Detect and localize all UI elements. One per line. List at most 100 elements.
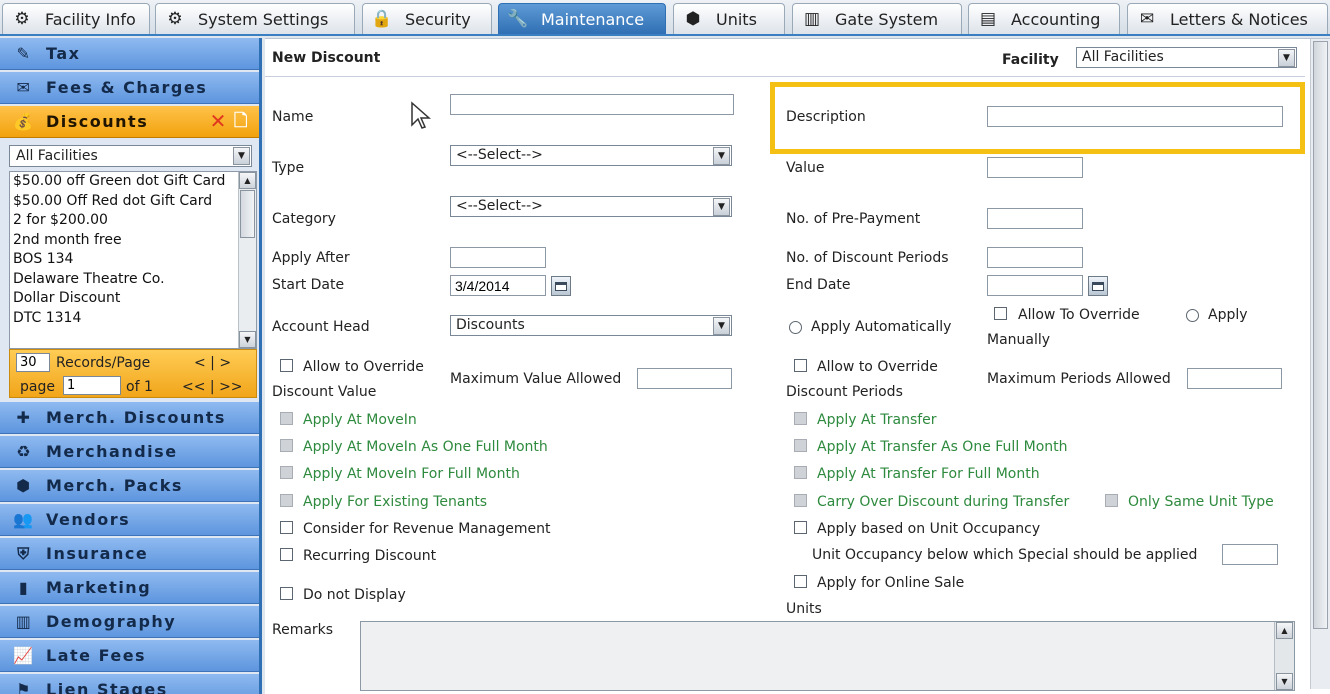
- scroll-up-icon[interactable]: ▲: [239, 172, 256, 189]
- sidebar-item-late-fees[interactable]: 📈 Late Fees: [0, 640, 259, 672]
- recurring-discount-checkbox[interactable]: [280, 548, 293, 561]
- unit-occupancy-checkbox[interactable]: [794, 521, 807, 534]
- start-date-input[interactable]: [450, 275, 546, 296]
- allow-override-periods-checkbox[interactable]: [794, 359, 807, 372]
- tab-security[interactable]: 🔒 Security: [362, 3, 492, 34]
- apply-after-input[interactable]: [450, 247, 546, 268]
- sidebar-facility-select[interactable]: All Facilities ▼: [9, 145, 252, 167]
- records-per-page-input[interactable]: [16, 353, 50, 372]
- remarks-scrollbar[interactable]: ▲ ▼: [1274, 622, 1294, 690]
- list-scrollbar[interactable]: ▲ ▼: [238, 172, 256, 348]
- only-same-unit-type-checkbox[interactable]: [1105, 494, 1118, 507]
- max-periods-allowed-input[interactable]: [1187, 368, 1282, 389]
- scroll-up-icon[interactable]: ▲: [1276, 622, 1293, 639]
- list-scroll-thumb[interactable]: [240, 190, 255, 238]
- list-item[interactable]: DTC 1314: [13, 309, 237, 329]
- list-item[interactable]: 2nd month free: [13, 231, 237, 251]
- description-input[interactable]: [987, 106, 1283, 127]
- tab-gate-system[interactable]: ▥ Gate System: [792, 3, 962, 34]
- sidebar-item-label: Demography: [46, 612, 177, 631]
- tab-label: Facility Info: [45, 9, 136, 29]
- tab-facility-info[interactable]: ⚙ Facility Info: [2, 3, 150, 34]
- lien-icon: ⚑: [16, 680, 32, 694]
- facility-select[interactable]: All Facilities ▼: [1076, 47, 1297, 68]
- category-select[interactable]: <--Select--> ▼: [450, 196, 732, 217]
- chevron-down-icon[interactable]: ▼: [713, 198, 730, 216]
- sidebar-item-insurance[interactable]: ⛨ Insurance: [0, 538, 259, 570]
- chevron-down-icon[interactable]: ▼: [713, 147, 730, 165]
- prepayment-input[interactable]: [987, 208, 1083, 229]
- sidebar-item-merch-discounts[interactable]: ✚ Merch. Discounts: [0, 402, 259, 434]
- do-not-display-checkbox[interactable]: [280, 587, 293, 600]
- tab-accounting[interactable]: ▤ Accounting: [968, 3, 1120, 34]
- unit-occupancy-checkbox-label: Apply based on Unit Occupancy: [817, 521, 1041, 537]
- sidebar-item-tax[interactable]: ✎ Tax: [0, 38, 259, 70]
- account-head-select[interactable]: Discounts ▼: [450, 315, 732, 336]
- sidebar-item-discounts[interactable]: 💰 Discounts ✕ 🗋: [0, 106, 259, 138]
- tab-system-settings[interactable]: ⚙ System Settings: [155, 3, 355, 34]
- apply-at-movein-checkbox[interactable]: [280, 412, 293, 425]
- apply-at-transfer-checkbox[interactable]: [794, 412, 807, 425]
- sidebar-item-merchandise[interactable]: ♻ Merchandise: [0, 436, 259, 468]
- sidebar-item-merch-packs[interactable]: ⬢ Merch. Packs: [0, 470, 259, 502]
- revenue-management-checkbox[interactable]: [280, 521, 293, 534]
- allow-override-value-checkbox[interactable]: [280, 359, 293, 372]
- new-document-icon[interactable]: 🗋: [234, 111, 249, 131]
- chevron-down-icon[interactable]: ▼: [713, 317, 730, 335]
- discount-periods-input[interactable]: [987, 247, 1083, 268]
- apply-at-movein-full-month-checkbox[interactable]: [280, 466, 293, 479]
- tab-maintenance[interactable]: 🔧 Maintenance: [498, 3, 666, 34]
- unit-occupancy-input[interactable]: [1222, 544, 1278, 565]
- name-input[interactable]: [450, 94, 734, 115]
- apply-automatically-radio[interactable]: [789, 321, 802, 334]
- max-value-allowed-label: Maximum Value Allowed: [450, 371, 622, 387]
- sidebar-item-fees-charges[interactable]: ✉ Fees & Charges: [0, 72, 259, 104]
- marketing-icon: ▮: [18, 578, 30, 597]
- carry-over-discount-checkbox[interactable]: [794, 494, 807, 507]
- chevron-down-icon[interactable]: ▼: [1278, 49, 1295, 67]
- tab-letters-notices[interactable]: ✉ Letters & Notices: [1127, 3, 1328, 34]
- main-scrollbar[interactable]: [1310, 39, 1330, 689]
- remarks-textarea[interactable]: ▲ ▼: [360, 621, 1295, 691]
- value-input[interactable]: [987, 157, 1083, 178]
- list-item[interactable]: $50.00 off Green dot Gift Card: [13, 172, 237, 192]
- list-item[interactable]: Delaware Theatre Co.: [13, 270, 237, 290]
- gate-icon: ▥: [803, 9, 821, 29]
- main-scroll-thumb[interactable]: [1313, 41, 1328, 629]
- pager-first-last[interactable]: << | >>: [182, 378, 243, 396]
- scroll-down-icon[interactable]: ▼: [239, 331, 256, 348]
- apply-existing-tenants-checkbox[interactable]: [280, 494, 293, 507]
- sidebar-item-lien-stages[interactable]: ⚑ Lien Stages: [0, 674, 259, 694]
- calendar-icon[interactable]: [551, 276, 571, 296]
- page-input[interactable]: [63, 376, 121, 395]
- tab-units[interactable]: ⬢ Units: [673, 3, 785, 34]
- online-sale-label: Apply for Online Sale: [817, 575, 965, 591]
- type-select[interactable]: <--Select--> ▼: [450, 145, 732, 166]
- apply-at-movein-one-month-checkbox[interactable]: [280, 439, 293, 452]
- max-value-allowed-input[interactable]: [637, 368, 732, 389]
- apply-at-transfer-full-month-checkbox[interactable]: [794, 466, 807, 479]
- sidebar-item-vendors[interactable]: 👥 Vendors: [0, 504, 259, 536]
- calendar-icon[interactable]: [1088, 276, 1108, 296]
- allow-to-override-checkbox[interactable]: [994, 307, 1007, 320]
- sidebar-item-demography[interactable]: ▥ Demography: [0, 606, 259, 638]
- delete-icon[interactable]: ✕: [210, 111, 228, 131]
- end-date-input[interactable]: [987, 275, 1083, 296]
- apply-at-transfer-one-month-label: Apply At Transfer As One Full Month: [817, 439, 1068, 455]
- list-item[interactable]: Dollar Discount: [13, 289, 237, 309]
- online-sale-checkbox[interactable]: [794, 575, 807, 588]
- pager-prev-next[interactable]: < | >: [194, 354, 231, 372]
- chevron-down-icon[interactable]: ▼: [233, 147, 250, 165]
- list-item[interactable]: 2 for $200.00: [13, 211, 237, 231]
- scroll-down-icon[interactable]: ▼: [1276, 673, 1293, 690]
- list-item[interactable]: $50.00 Off Red dot Gift Card: [13, 192, 237, 212]
- settings-icon: ⚙: [167, 9, 183, 29]
- accounting-icon: ▤: [979, 9, 997, 29]
- apply-at-transfer-one-month-checkbox[interactable]: [794, 439, 807, 452]
- sidebar-facility-value: All Facilities: [16, 148, 98, 164]
- apply-manually-radio[interactable]: [1186, 309, 1199, 322]
- list-item[interactable]: BOS 134: [13, 250, 237, 270]
- sidebar-item-marketing[interactable]: ▮ Marketing: [0, 572, 259, 604]
- discount-value-label: Discount Value: [272, 384, 377, 400]
- records-per-page-label: Records/Page: [56, 355, 151, 371]
